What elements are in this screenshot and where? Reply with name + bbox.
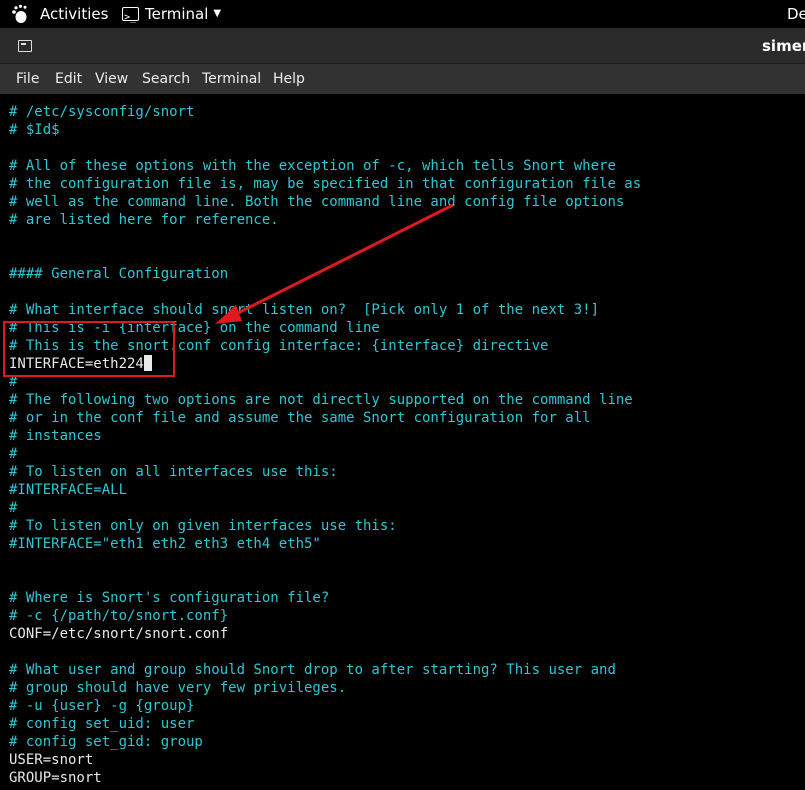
terminal-line: # well as the command line. Both the com… bbox=[9, 193, 624, 211]
terminal-line-text: GROUP=snort bbox=[9, 770, 102, 786]
menu-terminal[interactable]: Terminal bbox=[202, 64, 261, 94]
terminal-line: # instances bbox=[9, 427, 102, 445]
terminal-line: # bbox=[9, 499, 17, 517]
terminal-line-text: #INTERFACE="eth1 eth2 eth3 eth4 eth5" bbox=[9, 536, 321, 552]
terminal-line-text: # group should have very few privileges. bbox=[9, 680, 347, 696]
clock[interactable]: De bbox=[787, 0, 805, 28]
terminal-tab-icon bbox=[18, 40, 32, 52]
terminal-line: # the configuration file is, may be spec… bbox=[9, 175, 641, 193]
terminal-line-text: # config set_uid: user bbox=[9, 716, 195, 732]
terminal-line-text: # well as the command line. Both the com… bbox=[9, 194, 625, 210]
menu-view[interactable]: View bbox=[95, 64, 128, 94]
terminal-line-text: CONF=/etc/snort/snort.conf bbox=[9, 626, 229, 642]
menu-file[interactable]: File bbox=[16, 64, 39, 94]
terminal-line: # -c {/path/to/snort.conf} bbox=[9, 607, 228, 625]
terminal-line: # To listen on all interfaces use this: bbox=[9, 463, 338, 481]
terminal-line-text: #INTERFACE=ALL bbox=[9, 482, 128, 498]
terminal-line-text: # bbox=[9, 446, 18, 462]
terminal-line: # What interface should snort listen on?… bbox=[9, 301, 599, 319]
terminal-line: #INTERFACE=ALL bbox=[9, 481, 127, 499]
activities-label: Activities bbox=[40, 5, 109, 23]
terminal-line-text: # instances bbox=[9, 428, 102, 444]
top-bar: Activities Terminal ▼ De bbox=[0, 0, 805, 32]
menu-help[interactable]: Help bbox=[273, 64, 305, 94]
terminal-line-text: # What interface should snort listen on?… bbox=[9, 302, 600, 318]
terminal-line-text: USER=snort bbox=[9, 752, 94, 768]
terminal-line: # are listed here for reference. bbox=[9, 211, 279, 229]
terminal-line: # Where is Snort's configuration file? bbox=[9, 589, 329, 607]
terminal-line-text: # To listen only on given interfaces use… bbox=[9, 518, 397, 534]
terminal-line: # /etc/sysconfig/snort bbox=[9, 103, 194, 121]
terminal-line: GROUP=snort bbox=[9, 769, 102, 787]
terminal-text-area[interactable]: # /etc/sysconfig/snort # $Id$ # All of the… bbox=[0, 94, 805, 790]
terminal-icon bbox=[122, 4, 139, 32]
terminal-window: simen File Edit View Search Terminal Hel… bbox=[0, 28, 805, 790]
terminal-line-text: #### General Configuration bbox=[9, 266, 229, 282]
menu-bar: File Edit View Search Terminal Help bbox=[0, 64, 805, 94]
new-tab-button[interactable] bbox=[14, 36, 36, 56]
terminal-line-text: # All of these options with the exceptio… bbox=[9, 158, 616, 174]
terminal-line-text: # the configuration file is, may be spec… bbox=[9, 176, 642, 192]
terminal-line-text: # Where is Snort's configuration file? bbox=[9, 590, 330, 606]
title-bar: simen bbox=[0, 28, 805, 64]
menu-search[interactable]: Search bbox=[142, 64, 190, 94]
terminal-line: USER=snort bbox=[9, 751, 93, 769]
terminal-line: # or in the conf file and assume the sam… bbox=[9, 409, 591, 427]
terminal-line-text: # bbox=[9, 500, 18, 516]
terminal-line-text: # are listed here for reference. bbox=[9, 212, 279, 228]
terminal-line: # The following two options are not dire… bbox=[9, 391, 633, 409]
terminal-line-text: # The following two options are not dire… bbox=[9, 392, 633, 408]
terminal-line: CONF=/etc/snort/snort.conf bbox=[9, 625, 228, 643]
terminal-line: # What user and group should Snort drop … bbox=[9, 661, 616, 679]
terminal-line: # config set_gid: group bbox=[9, 733, 203, 751]
terminal-line-text: # To listen on all interfaces use this: bbox=[9, 464, 338, 480]
menu-edit[interactable]: Edit bbox=[55, 64, 82, 94]
terminal-line: #INTERFACE="eth1 eth2 eth3 eth4 eth5" bbox=[9, 535, 321, 553]
chevron-down-icon: ▼ bbox=[213, 8, 222, 19]
terminal-line: # $Id$ bbox=[9, 121, 60, 139]
terminal-line-text: # config set_gid: group bbox=[9, 734, 203, 750]
window-title: simen bbox=[762, 37, 805, 55]
terminal-line: #### General Configuration bbox=[9, 265, 228, 283]
terminal-line: # To listen only on given interfaces use… bbox=[9, 517, 397, 535]
terminal-line-text: # -c {/path/to/snort.conf} bbox=[9, 608, 229, 624]
gnome-foot-icon bbox=[8, 0, 32, 28]
terminal-line-text: # -u {user} -g {group} bbox=[9, 698, 195, 714]
terminal-line: # group should have very few privileges. bbox=[9, 679, 346, 697]
terminal-line: # -u {user} -g {group} bbox=[9, 697, 194, 715]
terminal-line-text: # $Id$ bbox=[9, 122, 60, 138]
terminal-line-text: # What user and group should Snort drop … bbox=[9, 662, 616, 678]
annotation-highlight-box bbox=[3, 321, 175, 377]
terminal-line: # config set_uid: user bbox=[9, 715, 194, 733]
activities-button[interactable]: Activities bbox=[8, 0, 108, 28]
app-menu[interactable]: Terminal ▼ bbox=[122, 0, 222, 32]
terminal-line: # bbox=[9, 445, 17, 463]
terminal-line-text: # /etc/sysconfig/snort bbox=[9, 104, 195, 120]
terminal-line-text: # or in the conf file and assume the sam… bbox=[9, 410, 591, 426]
terminal-line: # All of these options with the exceptio… bbox=[9, 157, 616, 175]
app-menu-label: Terminal bbox=[145, 5, 209, 23]
